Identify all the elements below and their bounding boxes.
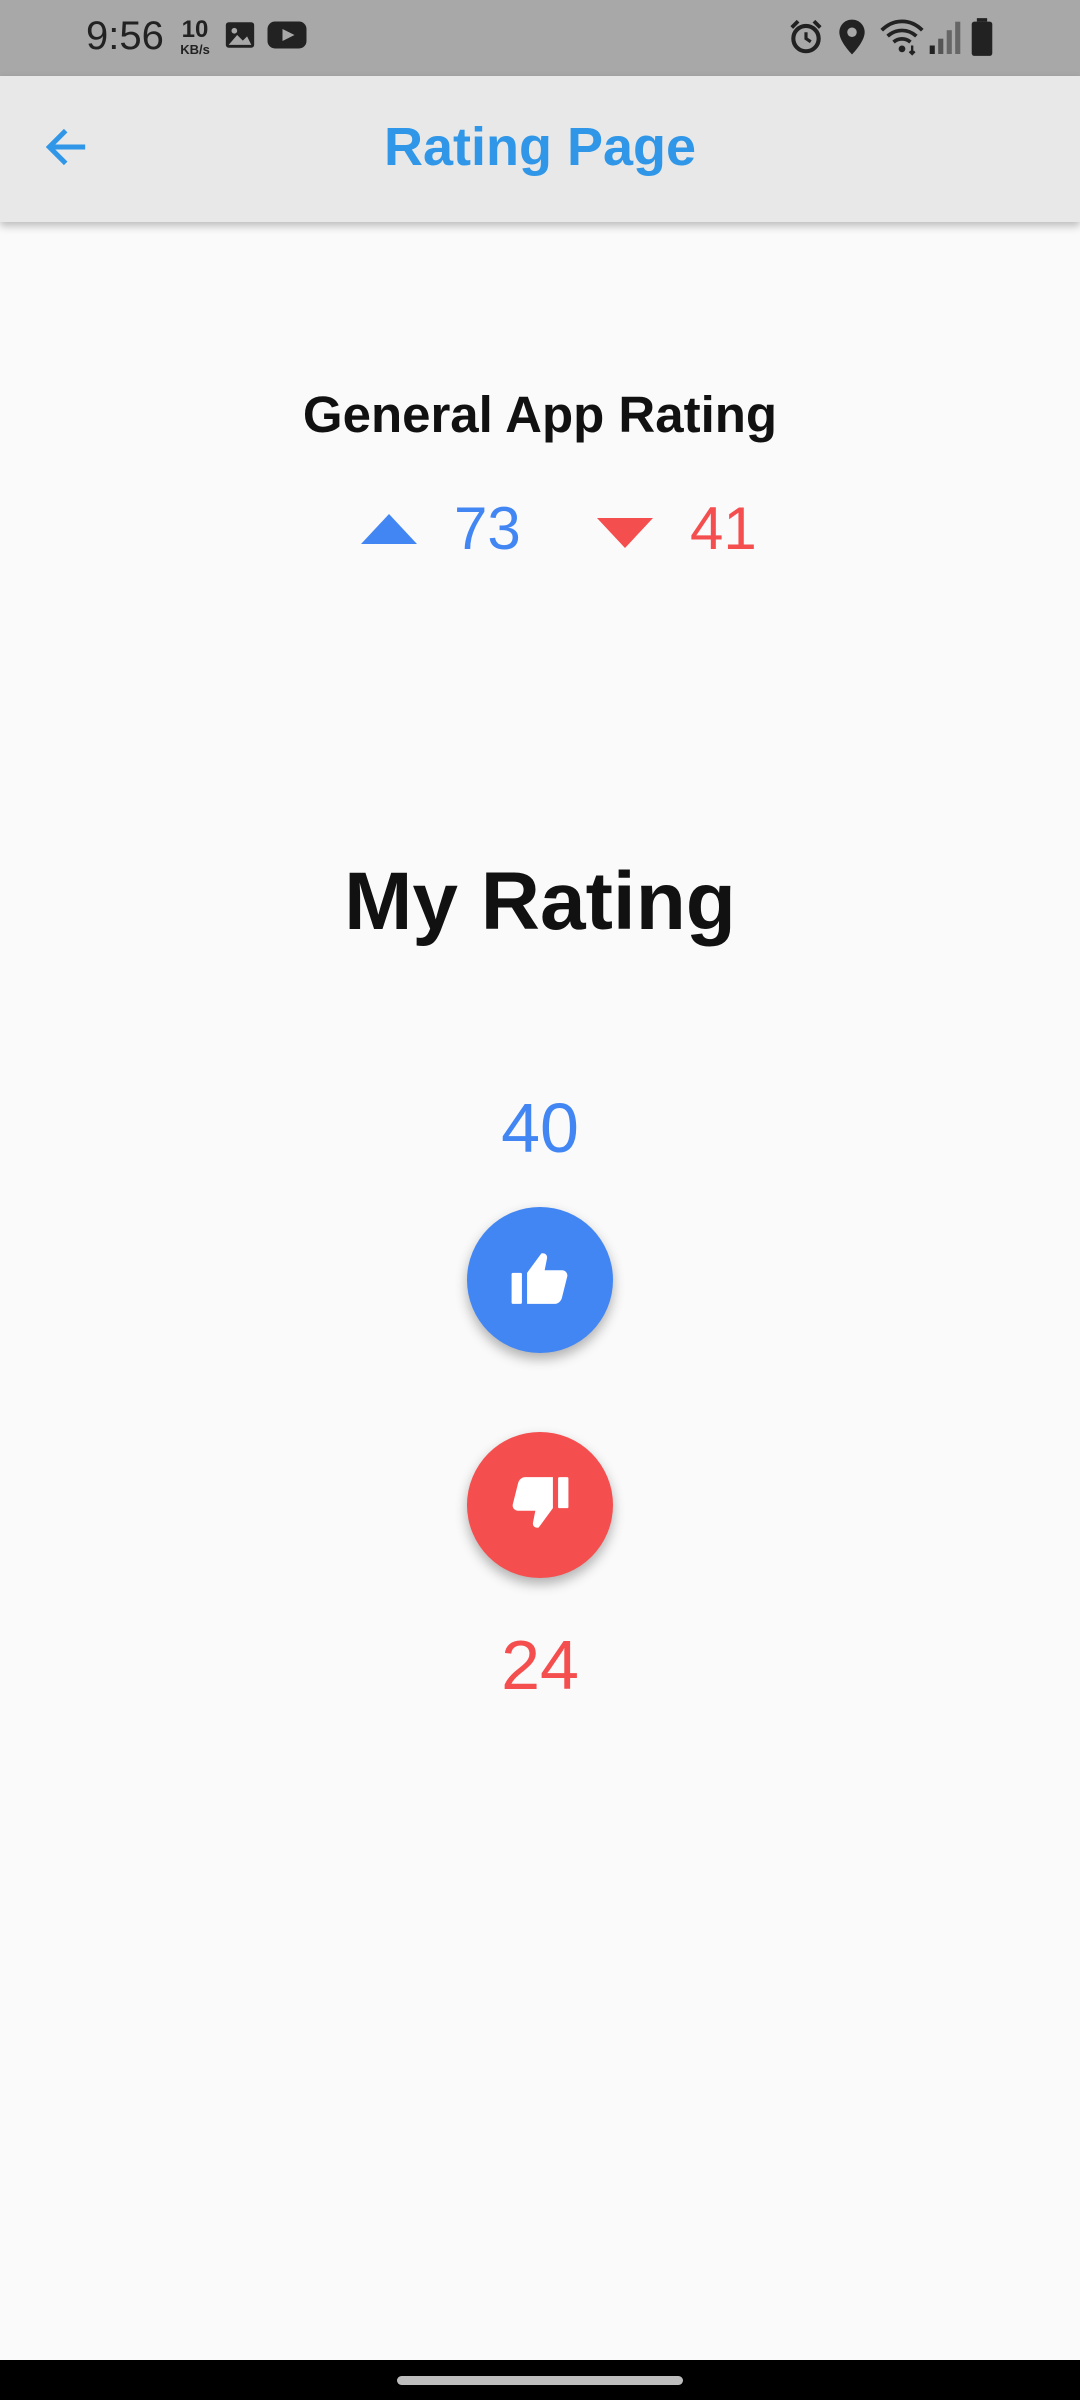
dislike-count: 24: [501, 1626, 579, 1704]
wifi-icon: [880, 18, 924, 61]
network-speed-unit: KB/s: [180, 42, 210, 57]
status-bar: 9:56 10 KB/s: [0, 0, 1080, 76]
image-icon: [223, 18, 257, 57]
page-title: Rating Page: [383, 117, 697, 177]
dislike-button[interactable]: [467, 1432, 613, 1578]
app-bar: Rating Page: [0, 76, 1080, 222]
network-speed-value: 10: [181, 16, 209, 43]
general-up-count: 73: [454, 495, 521, 562]
navigation-bar: [0, 2360, 1080, 2400]
triangle-up-icon: [361, 514, 417, 544]
signal-icon: [928, 18, 962, 61]
thumb-up-icon: [509, 1247, 571, 1314]
thumb-down-icon: [509, 1472, 571, 1539]
triangle-down-icon: [597, 518, 653, 548]
network-speed: 10 KB/s: [174, 16, 216, 57]
youtube-icon: [266, 18, 308, 57]
like-count: 40: [501, 1089, 579, 1167]
my-rating-title: My Rating: [344, 856, 736, 947]
home-indicator[interactable]: [397, 2376, 683, 2385]
battery-icon: [970, 18, 994, 61]
location-icon: [836, 18, 868, 61]
general-rating-title: General App Rating: [302, 386, 778, 443]
alarm-icon: [787, 18, 825, 61]
like-button[interactable]: [467, 1207, 613, 1353]
general-down-count: 41: [690, 495, 757, 562]
status-time: 9:56: [86, 14, 164, 58]
